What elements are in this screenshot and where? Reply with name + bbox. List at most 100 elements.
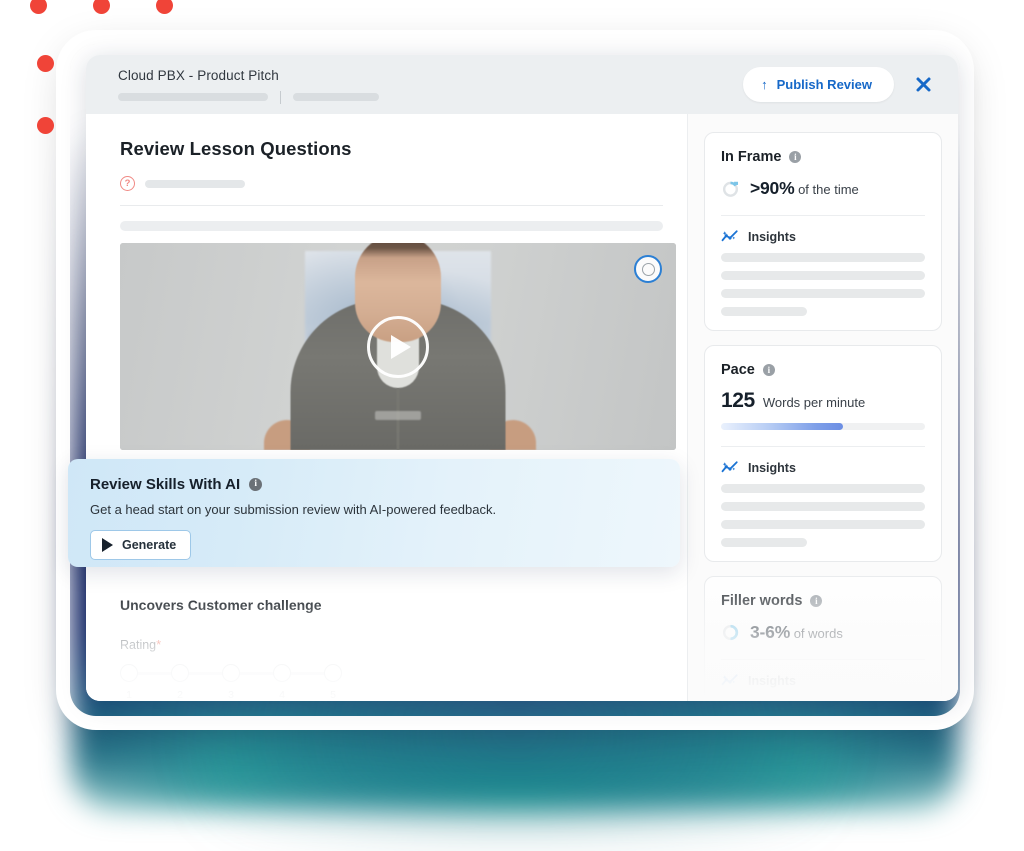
insights-label: Insights: [748, 673, 796, 688]
rating-label: Rating*: [120, 637, 663, 652]
skeleton-line: [721, 307, 807, 316]
skeleton-line: [721, 697, 925, 701]
rating-scale: [120, 664, 342, 682]
skeleton-bar: [145, 179, 245, 188]
ai-card-title: Review Skills With AI: [90, 476, 241, 493]
info-icon[interactable]: i: [810, 595, 823, 607]
info-icon[interactable]: i: [762, 364, 775, 376]
insights-header: Insights: [721, 673, 925, 688]
divider: [721, 446, 925, 447]
decorative-dot: [156, 0, 173, 14]
titlebar-skeleton-row: [118, 90, 743, 104]
metric-row: >90% of the time: [721, 178, 925, 199]
sparkle-chart-icon: [721, 230, 738, 242]
skeleton-line: [721, 253, 925, 262]
publish-review-button[interactable]: ↑ Publish Review: [743, 67, 894, 102]
decorative-dot: [37, 55, 54, 72]
panel-header: Filler words i: [721, 593, 925, 609]
close-button[interactable]: [906, 68, 940, 102]
metric-value: >90%: [750, 178, 795, 198]
rating-number: 5: [330, 689, 336, 701]
donut-chart-icon: [722, 181, 739, 197]
panel-in-frame: In Frame i >90% of the time Insights: [704, 132, 942, 331]
titlebar-divider: [280, 90, 281, 104]
rating-option-5[interactable]: [324, 664, 342, 682]
skeleton-bar: [293, 93, 379, 101]
generate-button[interactable]: Generate: [90, 530, 192, 560]
skeleton-line: [721, 289, 925, 298]
skeleton-line: [721, 538, 807, 547]
skeleton-bar: [118, 93, 268, 101]
divider: [721, 215, 925, 216]
play-icon: [102, 538, 113, 552]
rating-number: 4: [279, 689, 285, 701]
submission-video-player[interactable]: [120, 243, 676, 450]
record-circle-icon[interactable]: [634, 255, 662, 283]
review-skills-with-ai-card: Review Skills With AI i Get a head start…: [68, 459, 680, 567]
ai-card-subtitle: Get a head start on your submission revi…: [90, 502, 497, 517]
generate-label: Generate: [122, 538, 177, 552]
skeleton-bar: [120, 221, 663, 231]
sparkle-chart-icon: [721, 674, 738, 686]
insights-header: Insights: [721, 460, 925, 475]
panel-header: In Frame i: [721, 149, 925, 165]
rating-option-3[interactable]: [222, 664, 240, 682]
criterion-title: Uncovers Customer challenge: [120, 597, 322, 613]
skeleton-line: [721, 484, 925, 493]
metric-value: 125: [721, 389, 755, 412]
divider: [120, 205, 663, 206]
metric-value: 3-6%: [750, 622, 791, 642]
rating-option-1[interactable]: [120, 664, 138, 682]
panel-title: Pace: [721, 362, 755, 378]
panel-title: Filler words: [721, 593, 803, 609]
panel-filler-words: Filler words i 3-6% of words Insights: [704, 576, 942, 701]
rating-options: [120, 664, 342, 682]
metric-unit: of words: [793, 626, 843, 641]
decorative-dot: [93, 0, 110, 14]
decorative-dot: [30, 0, 47, 14]
insights-label: Insights: [748, 229, 796, 244]
metric-text: 3-6% of words: [750, 622, 843, 643]
play-icon[interactable]: [367, 315, 429, 378]
ai-card-header: Review Skills With AI i: [90, 476, 658, 493]
pace-progress-fill: [721, 423, 844, 430]
panel-title: In Frame: [721, 149, 782, 165]
info-icon[interactable]: i: [789, 151, 802, 163]
window-titlebar: Cloud PBX - Product Pitch ↑ Publish Revi…: [86, 55, 958, 114]
window-body: Review Lesson Questions ? Uncovers Custo…: [86, 114, 958, 701]
insights-header: Insights: [721, 229, 925, 244]
metric-unit: of the time: [798, 182, 859, 197]
screenshot-stage: Cloud PBX - Product Pitch ↑ Publish Revi…: [0, 0, 1024, 851]
sparkle-chart-icon: [721, 461, 738, 473]
insights-label: Insights: [748, 460, 796, 475]
rating-option-4[interactable]: [273, 664, 291, 682]
skeleton-line: [721, 271, 925, 280]
rating-option-2[interactable]: [171, 664, 189, 682]
main-content: Review Lesson Questions ? Uncovers Custo…: [86, 114, 687, 701]
app-window: Cloud PBX - Product Pitch ↑ Publish Revi…: [86, 55, 958, 701]
donut-chart-icon: [722, 624, 739, 641]
panel-header: Pace i: [721, 362, 925, 378]
question-mark-icon: ?: [120, 176, 135, 191]
question-skeleton-row: ?: [120, 176, 663, 191]
panel-pace: Pace i 125 Words per minute Insights: [704, 345, 942, 562]
divider: [721, 659, 925, 660]
titlebar-left: Cloud PBX - Product Pitch: [118, 66, 743, 104]
upload-arrow-icon: ↑: [761, 77, 768, 92]
rating-number: 1: [126, 689, 132, 701]
info-icon[interactable]: i: [249, 478, 263, 491]
rating-number: 2: [177, 689, 183, 701]
metric-text: >90% of the time: [750, 178, 859, 199]
pace-progress-track: [721, 423, 925, 430]
rating-number: 3: [228, 689, 234, 701]
skeleton-line: [721, 502, 925, 511]
window-title: Cloud PBX - Product Pitch: [118, 67, 279, 83]
publish-review-label: Publish Review: [776, 77, 872, 92]
metric-row: 125 Words per minute: [721, 389, 925, 413]
close-icon: [916, 77, 930, 92]
rating-label-text: Rating: [120, 638, 157, 652]
metric-row: 3-6% of words: [721, 622, 925, 643]
metric-unit: Words per minute: [762, 395, 866, 410]
video-person-logo: [375, 411, 421, 420]
skeleton-line: [721, 520, 925, 529]
